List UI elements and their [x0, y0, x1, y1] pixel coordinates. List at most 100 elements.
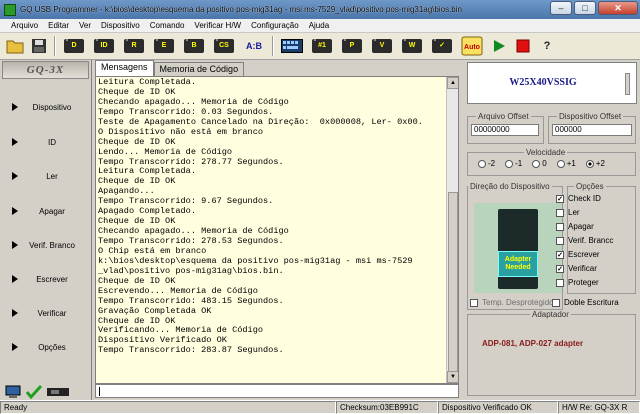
menu-configuracao[interactable]: Configuração	[246, 21, 304, 30]
checksum-button[interactable]: CS	[210, 35, 238, 57]
open-file-button[interactable]	[4, 35, 26, 57]
tab-memory[interactable]: Memoria de Código	[153, 62, 245, 76]
nav-id[interactable]: ID	[2, 125, 90, 159]
option-escrever-checkbox[interactable]: ✓ Escrever	[556, 250, 600, 259]
chip-blank-icon: B	[184, 39, 204, 53]
svg-text:Auto: Auto	[464, 44, 480, 51]
device-name-scroll[interactable]	[625, 73, 630, 95]
verify-all-button[interactable]: ✓	[428, 35, 456, 57]
nav-dispositivo[interactable]: Dispositivo	[2, 90, 90, 124]
nav-apagar[interactable]: Apagar	[2, 194, 90, 228]
adapter-needed-badge: Adapter Needed	[498, 251, 538, 277]
menu-ver[interactable]: Ver	[74, 21, 96, 30]
minimize-button[interactable]: –	[550, 1, 572, 15]
scroll-down-icon[interactable]: ▼	[447, 371, 458, 383]
protect-button[interactable]: W	[398, 35, 426, 57]
option-label: Apagar	[568, 222, 594, 231]
nav-escrever[interactable]: Escrever	[2, 262, 90, 296]
checkmark-icon	[26, 385, 42, 399]
option-check-id-checkbox[interactable]: ✓ Check ID	[556, 194, 601, 203]
auto-button[interactable]: Auto	[458, 35, 486, 57]
chip-verify-all-icon: ✓	[432, 39, 452, 53]
menu-comando[interactable]: Comando	[145, 21, 190, 30]
select-device-button[interactable]: D	[60, 35, 88, 57]
run-button[interactable]	[488, 35, 510, 57]
menu-editar[interactable]: Editar	[43, 21, 74, 30]
hex-keyboard-button[interactable]	[278, 35, 306, 57]
option-label: Proteger	[568, 278, 599, 287]
command-input[interactable]	[95, 384, 459, 398]
speed-option-p1[interactable]: +1	[556, 159, 576, 168]
scroll-up-icon[interactable]: ▲	[447, 77, 458, 89]
read-button[interactable]: R	[120, 35, 148, 57]
message-log[interactable]: Leitura Completada. Cheque de ID OK Checan…	[95, 76, 459, 384]
status-hw: H/W Re: GQ-3X R	[558, 401, 640, 414]
nav-verif-branco[interactable]: Verif. Branco	[2, 228, 90, 262]
verify-button[interactable]: V	[368, 35, 396, 57]
adapter-text: ADP-081, ADP-027 adapter	[482, 339, 584, 348]
help-button[interactable]: ?	[536, 35, 558, 57]
double-write-label: Doble Escritura	[564, 298, 619, 307]
menu-ajuda[interactable]: Ajuda	[304, 21, 334, 30]
save-file-button[interactable]	[28, 35, 50, 57]
option-label: Verificar	[568, 264, 597, 273]
checkbox-checked-icon: ✓	[556, 194, 564, 203]
menu-bar: Arquivo Editar Ver Dispositivo Comando V…	[0, 19, 640, 33]
close-button[interactable]: ✕	[598, 1, 638, 15]
menu-dispositivo[interactable]: Dispositivo	[96, 21, 145, 30]
chip-checksum-icon: CS	[214, 39, 234, 53]
option-label: Check ID	[568, 194, 601, 203]
connection-status	[4, 384, 88, 400]
log-scrollbar[interactable]: ▲ ▼	[446, 77, 458, 383]
menu-arquivo[interactable]: Arquivo	[6, 21, 43, 30]
adapter-group: Adaptador ADP-081, ADP-027 adapter	[467, 310, 636, 396]
file-offset-input[interactable]: 00000000	[471, 124, 539, 136]
double-write-checkbox[interactable]: Doble Escritura	[552, 298, 619, 307]
speed-option-p2[interactable]: +2	[585, 159, 605, 168]
nav-verificar[interactable]: Verificar	[2, 296, 90, 330]
text-caret	[99, 387, 105, 396]
temp-unprotect-checkbox[interactable]: Temp. Desprotegido	[470, 298, 554, 307]
speed-label: Velocidade	[526, 148, 566, 157]
adapter-needed-line2: Needed	[505, 264, 531, 271]
stop-button[interactable]	[512, 35, 534, 57]
option-proteger-checkbox[interactable]: Proteger	[556, 278, 599, 287]
toolbar-separator	[54, 36, 56, 56]
nav-opcoes[interactable]: Opções	[2, 330, 90, 364]
scroll-thumb[interactable]	[448, 192, 458, 378]
speed-option-m1[interactable]: -1	[505, 159, 522, 168]
window-controls: – □ ✕	[550, 1, 638, 15]
left-panel: GQ-3X Dispositivo ID Ler Apagar Verif. B…	[0, 60, 92, 400]
speed-option-0[interactable]: 0	[532, 159, 547, 168]
read-id-button[interactable]: ID	[90, 35, 118, 57]
option-apagar-checkbox[interactable]: Apagar	[556, 222, 594, 231]
menu-verificar-hw[interactable]: Verificar H/W	[189, 21, 246, 30]
option-ler-checkbox[interactable]: Ler	[556, 208, 580, 217]
fill-button[interactable]: #1	[308, 35, 336, 57]
blank-check-button[interactable]: B	[180, 35, 208, 57]
checkbox-icon	[556, 222, 564, 231]
nav-ler[interactable]: Ler	[2, 159, 90, 193]
option-verif-brancc-checkbox[interactable]: Verif. Brancc	[556, 236, 613, 245]
tab-messages[interactable]: Mensagens	[95, 60, 154, 76]
direction-label: Direção do Dispositivo	[470, 182, 550, 191]
compare-button[interactable]: A:B	[240, 35, 268, 57]
temp-unprotect-label: Temp. Desprotegido	[482, 298, 554, 307]
maximize-button[interactable]: □	[574, 1, 596, 15]
speed-option-m2[interactable]: -2	[478, 159, 495, 168]
device-offset-input[interactable]: 000000	[552, 124, 632, 136]
device-offset-label: Dispositivo Offset	[559, 112, 622, 121]
app-icon	[4, 3, 16, 16]
options-label: Opções	[576, 182, 604, 191]
option-verificar-checkbox[interactable]: ✓ Verificar	[556, 264, 597, 273]
checkbox-checked-icon: ✓	[556, 250, 564, 259]
programmer-device-icon	[47, 388, 69, 396]
write-button[interactable]: P	[338, 35, 366, 57]
checkbox-icon	[556, 236, 564, 245]
erase-button[interactable]: E	[150, 35, 178, 57]
chip-erase-icon: E	[154, 39, 174, 53]
stop-icon	[516, 39, 530, 53]
chip-fill-icon: #1	[312, 39, 332, 53]
right-panel: W25X40VSSIG Arquivo Offset 00000000 Disp…	[462, 60, 640, 400]
status-bar: Ready Checksum:03EB991C Dispositivo Veri…	[0, 400, 640, 414]
